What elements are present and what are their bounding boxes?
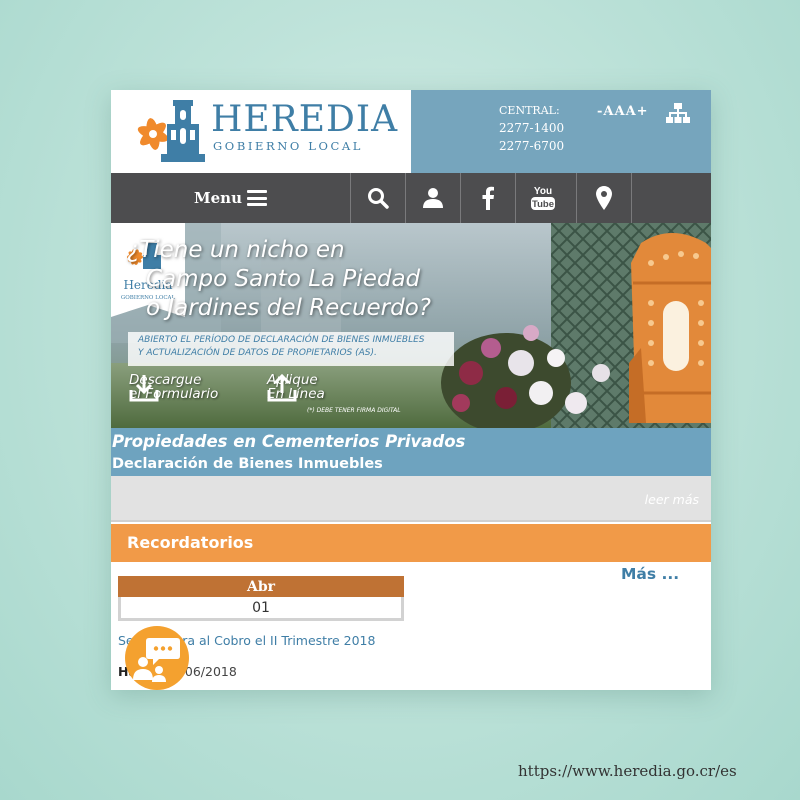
headline-line-1: ¿Tiene un nicho en: [127, 237, 345, 263]
upload-icon: [267, 373, 297, 402]
phone-number-1[interactable]: 2277-1400: [499, 121, 564, 135]
hamburger-icon: [246, 190, 267, 206]
sitemap-icon[interactable]: [666, 103, 690, 125]
logo-subtitle: GOBIERNO LOCAL: [213, 139, 364, 153]
youtube-bottom-text: Tube: [532, 199, 554, 210]
reminders-title: Recordatorios: [127, 533, 254, 552]
read-more-link[interactable]: leer más: [645, 492, 699, 507]
main-nav: Menu You Tube: [111, 173, 711, 223]
chat-button[interactable]: [125, 626, 189, 690]
caption-subtitle: Declaración de Bienes Inmuebles: [112, 456, 383, 472]
headline-line-2: Campo Santo La Piedad: [146, 266, 421, 292]
hero-banner[interactable]: Heredia GOBIERNO LOCAL ¿Tiene un nicho e…: [111, 223, 711, 428]
location-button[interactable]: [576, 173, 631, 223]
user-button[interactable]: [405, 173, 460, 223]
user-icon: [423, 188, 443, 208]
font-size-control[interactable]: -AAA+: [597, 104, 649, 119]
youtube-icon: You Tube: [531, 186, 555, 210]
headline-line-3: o Jardines del Recuerdo?: [146, 295, 432, 321]
notice-line-1: ABIERTO EL PERÍODO DE DECLARACIÓN DE BIE…: [138, 335, 425, 345]
menu-label: Menu: [194, 189, 242, 207]
digital-signature-note: (*) DEBE TENER FIRMA DIGITAL: [307, 407, 401, 414]
reminder-meta-date: 06/2018: [184, 664, 237, 679]
logo-link[interactable]: HEREDIA GOBIERNO LOCAL: [111, 90, 411, 173]
location-pin-icon: [596, 186, 612, 210]
download-icon: [129, 375, 159, 402]
phone-number-2[interactable]: 2277-6700: [499, 139, 564, 153]
central-label: CENTRAL:: [499, 104, 560, 117]
more-reminders-link[interactable]: Más ...: [621, 565, 679, 583]
search-icon: [368, 188, 389, 209]
notice-line-2: Y ACTUALIZACIÓN DE DATOS DE PROPIETARIOS…: [138, 348, 377, 358]
youtube-top-text: You: [534, 186, 552, 197]
download-form-button[interactable]: Descargue el Formulario: [129, 373, 218, 402]
reminder-date-day: 01: [118, 597, 404, 621]
read-more-bar: leer más: [111, 476, 711, 522]
nav-divider: [631, 173, 632, 223]
chat-support-icon: [133, 638, 180, 682]
site-header: HEREDIA GOBIERNO LOCAL CENTRAL: 2277-140…: [111, 90, 711, 173]
reminders-header: Recordatorios: [111, 524, 711, 562]
apply-online-button[interactable]: Aplique En Línea: [267, 373, 325, 402]
youtube-button[interactable]: You Tube: [515, 173, 570, 223]
banner-notice: ABIERTO EL PERÍODO DE DECLARACIÓN DE BIE…: [128, 332, 454, 366]
reminder-date-month: Abr: [118, 576, 404, 597]
search-button[interactable]: [350, 173, 405, 223]
heredia-logo-icon: [137, 100, 205, 162]
logo-title: HEREDIA: [211, 99, 399, 140]
menu-button[interactable]: Menu: [111, 173, 350, 223]
facebook-icon: [482, 186, 494, 210]
mobile-page: HEREDIA GOBIERNO LOCAL CENTRAL: 2277-140…: [111, 90, 711, 690]
facebook-button[interactable]: [460, 173, 515, 223]
banner-headline: ¿Tiene un nicho en Campo Santo La Piedad…: [127, 236, 431, 323]
contact-panel: CENTRAL: 2277-1400 2277-6700 -AAA+: [411, 90, 711, 173]
caption-title[interactable]: Propiedades en Cementerios Privados: [112, 432, 465, 451]
banner-caption: Propiedades en Cementerios Privados Decl…: [111, 428, 711, 476]
site-url: https://www.heredia.go.cr/es: [518, 762, 737, 780]
